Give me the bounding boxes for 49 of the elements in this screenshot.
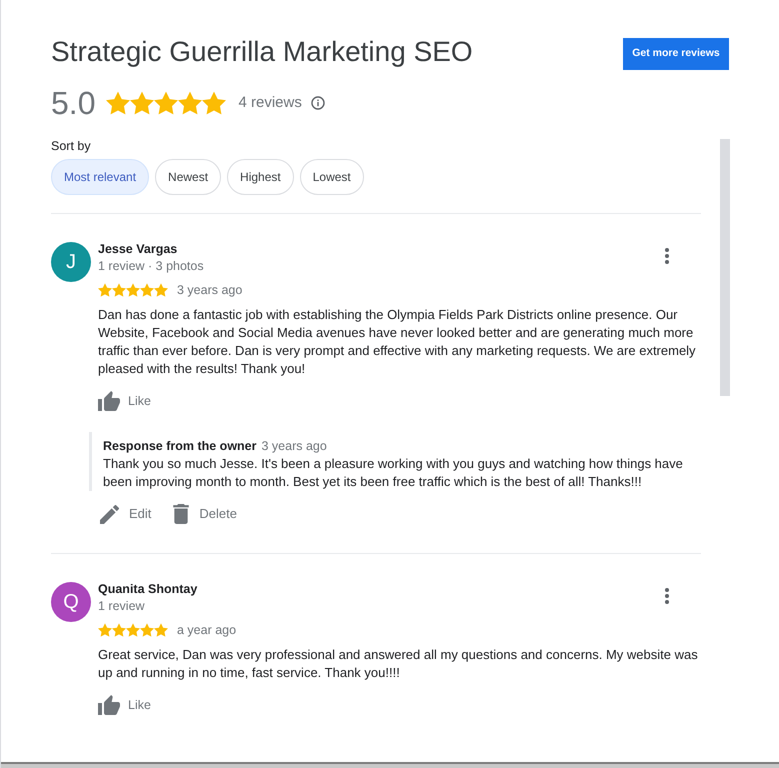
sort-label: Sort by (51, 138, 92, 154)
star-icon (126, 283, 140, 297)
response-time: 3 years ago (262, 438, 327, 455)
star-icon (154, 623, 168, 637)
star-icon (112, 623, 126, 637)
review-time: 3 years ago (177, 282, 242, 299)
rating-score: 5.0 (51, 84, 96, 123)
star-icon (106, 91, 130, 115)
info-icon[interactable] (310, 96, 325, 110)
star-icon (178, 91, 202, 115)
avatar: Q (51, 582, 91, 622)
star-icon (98, 283, 112, 297)
review-text: Dan has done a fantastic job with establishing the Olympia Fields Park Districts online presence. Our Website, Facebook and Social Media avenues have never looked better and are generating much more traffic than ever before. Dan is very prompt and effective with any marketing requests. We are extremely pleased with the results! Thank you! (98, 306, 697, 378)
like-button[interactable]: Like (98, 389, 151, 413)
more-vertical-icon (665, 248, 669, 264)
reviewer-name[interactable]: Quanita Shontay (98, 581, 198, 597)
star-icon (140, 623, 154, 637)
pencil-icon (100, 504, 119, 524)
scrollbar-thumb[interactable] (720, 139, 730, 396)
reviewer-meta: 1 review (98, 598, 146, 615)
review-text: Great service, Dan was very professional and answered all my questions and concerns. My website was up and running in no time, fast service. Thank you!!!! (98, 646, 699, 682)
sort-chip[interactable]: Lowest (300, 159, 364, 195)
like-button[interactable]: Like (98, 693, 151, 717)
star-icon (126, 623, 140, 637)
star-icon (154, 283, 168, 297)
review-count: 4 reviews (238, 92, 302, 113)
edit-button[interactable]: Edit (100, 502, 152, 526)
delete-button[interactable]: Delete (173, 502, 237, 526)
review-time: a year ago (177, 622, 236, 639)
star-icon (130, 91, 154, 115)
star-icon (112, 283, 126, 297)
star-icon (140, 283, 154, 297)
more-vertical-icon (665, 588, 669, 604)
thumbs-up-icon (98, 695, 120, 715)
sort-chip[interactable]: Most relevant (51, 159, 150, 195)
business-title: Strategic Guerrilla Marketing SEO (51, 35, 473, 69)
avatar: J (51, 242, 91, 282)
star-icon (98, 623, 112, 637)
response-text: Thank you so much Jesse. It's been a pleasure working with you guys and watching how things have been improving month to month. Best yet its been free traffic which is the best of all! Thanks!!! (103, 455, 684, 491)
star-icon (202, 91, 226, 115)
thumbs-up-icon (98, 391, 120, 411)
reviewer-meta: 1 review · 3 photos (98, 258, 204, 275)
get-more-reviews-button[interactable]: Get more reviews (623, 38, 729, 70)
star-icon (154, 91, 178, 115)
sort-chip[interactable]: Highest (227, 159, 294, 195)
sort-chip[interactable]: Newest (155, 159, 222, 195)
reviewer-name[interactable]: Jesse Vargas (98, 241, 204, 257)
trash-icon (173, 504, 190, 524)
response-label: Response from the owner (103, 438, 256, 455)
